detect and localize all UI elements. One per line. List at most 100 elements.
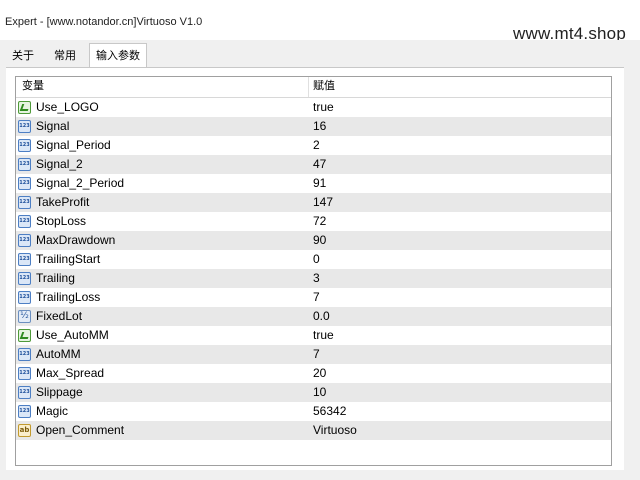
variable-name: Signal_Period [36,138,111,152]
value-cell[interactable]: true [313,326,334,345]
variable-cell[interactable]: Max_Spread [16,364,308,383]
int-icon [18,196,31,209]
value-cell[interactable]: 47 [313,155,326,174]
value-cell[interactable]: 7 [313,288,320,307]
table-row[interactable]: TrailingStart 0 [16,250,611,269]
int-icon [18,291,31,304]
value-cell[interactable]: true [313,98,334,117]
variable-cell[interactable]: TakeProfit [16,193,308,212]
table-row[interactable]: FixedLot 0.0 [16,307,611,326]
table-row[interactable]: Use_LOGO true [16,98,611,117]
variable-name: Signal [36,119,70,133]
value-cell[interactable]: 10 [313,383,326,402]
table-row[interactable]: MaxDrawdown 90 [16,231,611,250]
variable-cell[interactable]: Signal_2 [16,155,308,174]
variable-name: Use_AutoMM [36,328,109,342]
value-cell[interactable]: Virtuoso [313,421,357,440]
variable-cell[interactable]: MaxDrawdown [16,231,308,250]
variable-cell[interactable]: Trailing [16,269,308,288]
variable-cell[interactable]: TrailingLoss [16,288,308,307]
table-row[interactable]: Signal 16 [16,117,611,136]
int-icon [18,215,31,228]
variable-name: Trailing [36,271,75,285]
title-bar: Expert - [www.notandor.cn]Virtuoso V1.0 … [0,0,640,43]
value-cell[interactable]: 16 [313,117,326,136]
variable-cell[interactable]: Open_Comment [16,421,308,440]
table-row[interactable]: Max_Spread 20 [16,364,611,383]
table-row[interactable]: Signal_2_Period 91 [16,174,611,193]
variable-cell[interactable]: TrailingStart [16,250,308,269]
variable-cell[interactable]: Slippage [16,383,308,402]
table-row[interactable]: StopLoss 72 [16,212,611,231]
variable-name: Open_Comment [36,423,125,437]
variable-cell[interactable]: AutoMM [16,345,308,364]
variable-name: Slippage [36,385,83,399]
table-row[interactable]: Magic 56342 [16,402,611,421]
table-row[interactable]: Trailing 3 [16,269,611,288]
int-icon [18,272,31,285]
int-icon [18,120,31,133]
value-cell[interactable]: 20 [313,364,326,383]
table-body: Use_LOGOtrueSignal16Signal_Period2Signal… [16,98,611,440]
variable-cell[interactable]: Magic [16,402,308,421]
table-header: 变量 赋值 [16,77,611,98]
value-cell[interactable]: 72 [313,212,326,231]
variable-cell[interactable]: Signal_2_Period [16,174,308,193]
variable-name: TrailingStart [36,252,101,266]
variable-cell[interactable]: Signal_Period [16,136,308,155]
variable-name: Use_LOGO [36,100,99,114]
tab-inputs[interactable]: 输入参数 [89,43,147,69]
string-icon [18,424,31,437]
int-icon [18,158,31,171]
variable-name: Magic [36,404,69,418]
variable-name: AutoMM [36,347,81,361]
value-cell[interactable]: 56342 [313,402,346,421]
variable-cell[interactable]: Signal [16,117,308,136]
variable-name: Signal_2_Period [36,176,125,190]
variable-name: Signal_2 [36,157,83,171]
value-cell[interactable]: 0.0 [313,307,330,326]
table-row[interactable]: Use_AutoMM true [16,326,611,345]
column-header-variable[interactable]: 变量 [22,77,44,97]
int-icon [18,348,31,361]
tab-about[interactable]: 关于 [6,46,40,68]
variable-cell[interactable]: FixedLot [16,307,308,326]
tab-common[interactable]: 常用 [48,46,82,68]
bool-icon [18,101,31,114]
variable-name: Max_Spread [36,366,105,380]
variable-name: TrailingLoss [36,290,101,304]
window-title: Expert - [www.notandor.cn]Virtuoso V1.0 [5,16,203,28]
table-row[interactable]: Signal_Period 2 [16,136,611,155]
variable-cell[interactable]: Use_AutoMM [16,326,308,345]
value-cell[interactable]: 147 [313,193,333,212]
variable-name: MaxDrawdown [36,233,116,247]
table-row[interactable]: Slippage 10 [16,383,611,402]
column-header-value[interactable]: 赋值 [313,77,335,97]
table-row[interactable]: TakeProfit 147 [16,193,611,212]
int-icon [18,386,31,399]
int-icon [18,253,31,266]
variable-cell[interactable]: StopLoss [16,212,308,231]
inputs-panel: 变量 赋值 Use_LOGOtrueSignal16Signal_Period2… [6,67,624,470]
variable-name: StopLoss [36,214,87,228]
int-icon [18,139,31,152]
parameters-table: 变量 赋值 Use_LOGOtrueSignal16Signal_Period2… [15,76,612,466]
value-cell[interactable]: 90 [313,231,326,250]
double-icon [18,310,31,323]
int-icon [18,405,31,418]
value-cell[interactable]: 91 [313,174,326,193]
table-row[interactable]: Signal_2 47 [16,155,611,174]
tab-strip: 关于 常用 输入参数 [0,40,640,69]
value-cell[interactable]: 7 [313,345,320,364]
variable-cell[interactable]: Use_LOGO [16,98,308,117]
table-row[interactable]: Open_Comment Virtuoso [16,421,611,440]
bool-icon [18,329,31,342]
value-cell[interactable]: 2 [313,136,320,155]
column-divider[interactable] [308,77,309,97]
value-cell[interactable]: 3 [313,269,320,288]
variable-name: FixedLot [36,309,83,323]
variable-name: TakeProfit [36,195,90,209]
table-row[interactable]: TrailingLoss 7 [16,288,611,307]
table-row[interactable]: AutoMM 7 [16,345,611,364]
value-cell[interactable]: 0 [313,250,320,269]
